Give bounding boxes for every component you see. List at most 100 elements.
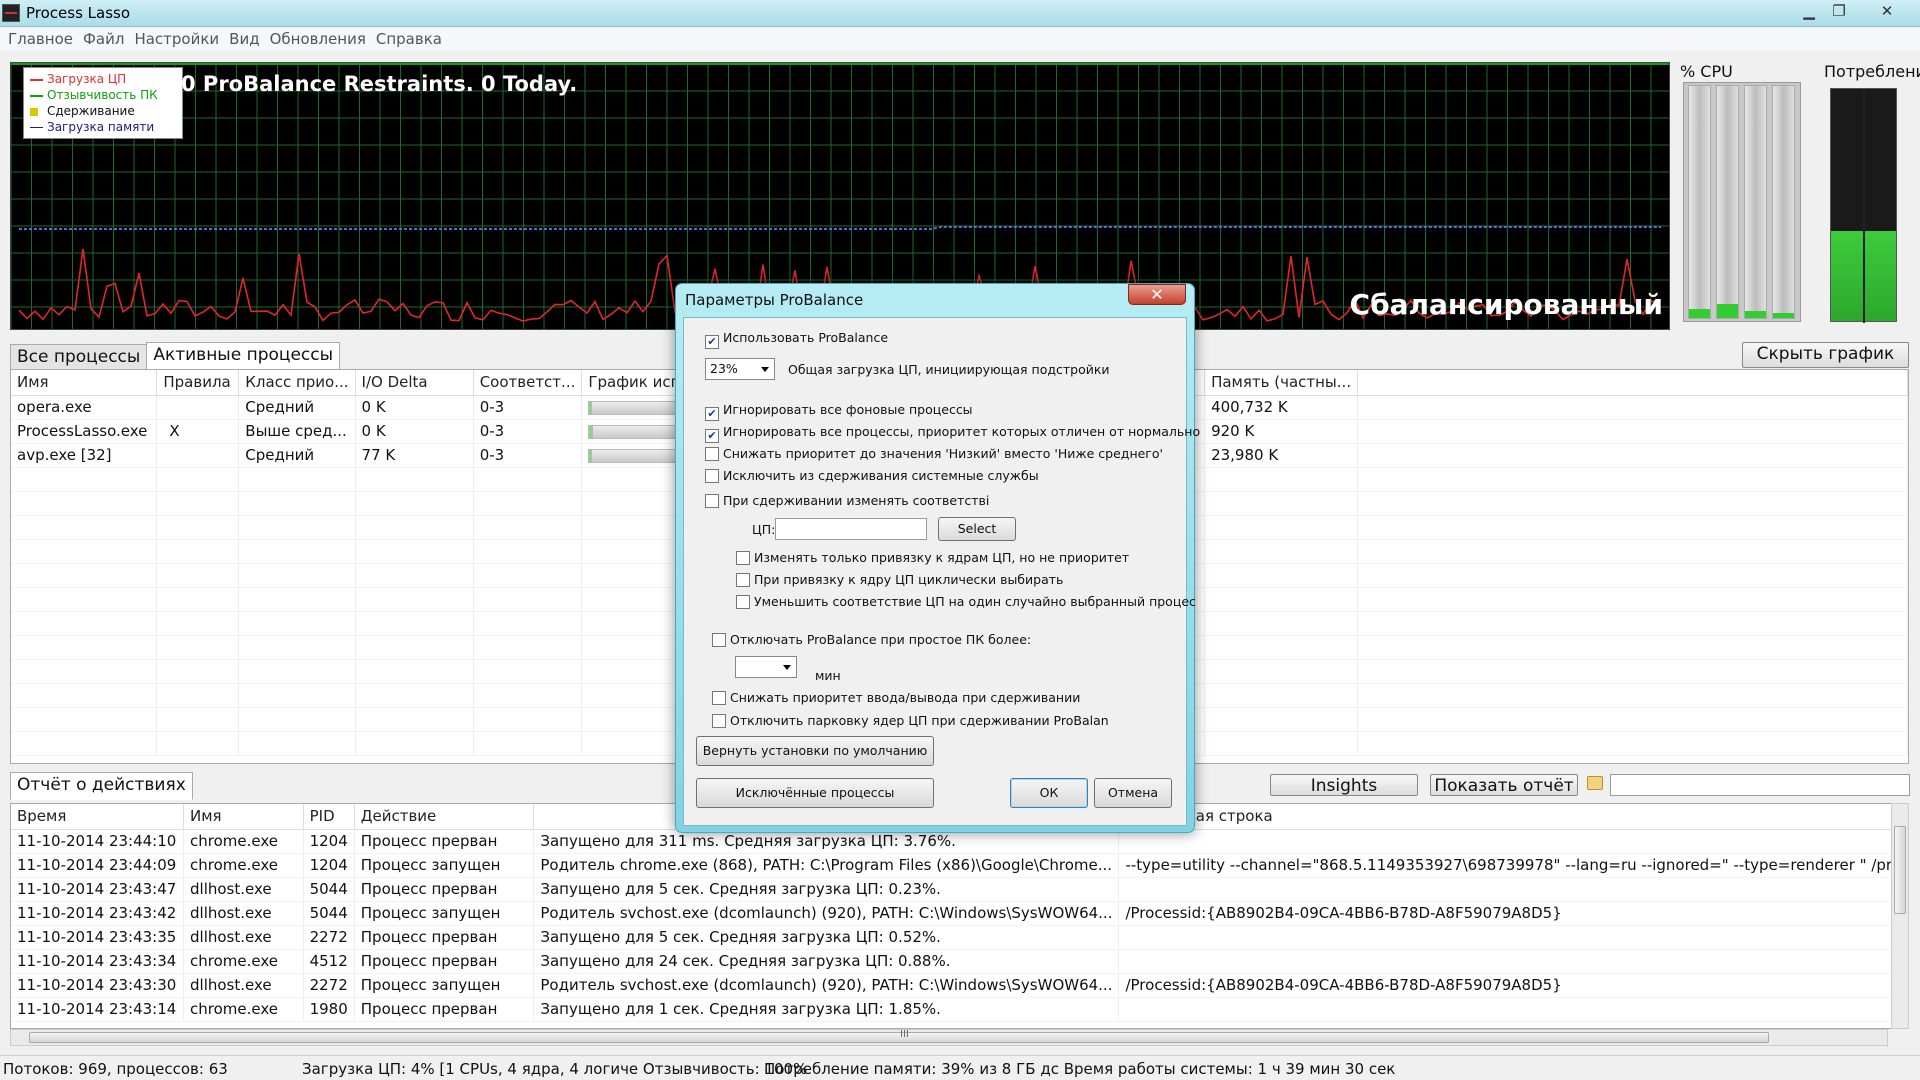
probalance-dialog: Параметры ProBalance ✕ ✔ Использовать Pro… <box>675 283 1200 833</box>
ok-button[interactable]: ОК <box>1010 778 1088 808</box>
usage-bar-fill <box>589 401 592 414</box>
log-horizontal-scroll-thumb[interactable]: III <box>29 1029 1769 1043</box>
dialog-body: ✔ Использовать ProBalance 23% Общая загру… <box>683 317 1200 826</box>
log-row[interactable]: 11-10-2014 23:43:14 chrome.exe 1980 Процесс… <box>11 997 1908 1022</box>
table-cell <box>238 587 356 612</box>
log-row[interactable]: 11-10-2014 23:43:42 dllhost.exe 5044 Процес… <box>11 901 1908 926</box>
table-cell <box>355 491 474 516</box>
exclude-services-option[interactable]: Исключить из сдерживания системные служб… <box>705 468 1039 483</box>
log-vertical-scrollbar[interactable] <box>1891 803 1909 1029</box>
log-row[interactable]: 11-10-2014 23:43:34 chrome.exe 4512 Процесс… <box>11 949 1908 974</box>
tab-action-log[interactable]: Отчёт о действиях <box>10 772 193 800</box>
log-column-name[interactable]: Имя <box>183 804 304 830</box>
table-cell <box>473 683 583 708</box>
ignore-background-checkbox[interactable]: ✔ <box>705 407 719 421</box>
hide-graph-button[interactable]: Скрыть график <box>1742 342 1909 368</box>
log-column-cmdline[interactable]: Командная строка <box>1118 804 1908 830</box>
affinity-only-checkbox[interactable] <box>736 551 750 565</box>
table-cell <box>1204 491 1359 516</box>
menu-help[interactable]: Справка <box>371 28 447 50</box>
log-search-input[interactable] <box>1610 774 1910 796</box>
legend-responsiveness: Отзывчивость ПК <box>30 87 176 103</box>
menu-settings[interactable]: Настройки <box>129 28 224 50</box>
cell-cmdline <box>1118 877 1908 902</box>
dialog-title: Параметры ProBalance <box>685 291 864 309</box>
log-horizontal-scrollbar[interactable]: III <box>10 1029 1888 1046</box>
lower-to-low-checkbox[interactable] <box>705 447 719 461</box>
lower-io-checkbox[interactable] <box>712 691 726 705</box>
table-cell <box>11 707 158 732</box>
column-header-name[interactable]: Имя <box>11 370 158 396</box>
cpu-affinity-input[interactable] <box>775 518 927 540</box>
minimize-button[interactable]: ▁ <box>1792 1 1826 22</box>
menu-updates[interactable]: Обновления <box>265 28 371 50</box>
lower-to-low-option[interactable]: Снижать приоритет до значения 'Низкий' в… <box>705 446 1163 461</box>
table-cell <box>473 563 583 588</box>
use-probalance-checkbox[interactable]: ✔ <box>705 335 719 349</box>
cell-name: dllhost.exe <box>183 925 304 950</box>
close-button[interactable]: ✕ <box>1870 1 1904 22</box>
reduce-random-checkbox[interactable] <box>736 595 750 609</box>
exclude-services-checkbox[interactable] <box>705 469 719 483</box>
log-column-pid[interactable]: PID <box>303 804 355 830</box>
memory-panel-title: Потребление <box>1824 62 1920 81</box>
restore-defaults-button[interactable]: Вернуть установки по умолчанию <box>696 736 934 766</box>
show-report-button[interactable]: Показать отчёт <box>1430 774 1578 796</box>
log-vertical-scroll-thumb[interactable] <box>1894 826 1906 914</box>
tab-all-processes[interactable]: Все процессы <box>10 344 148 370</box>
insights-button[interactable]: Insights <box>1270 774 1418 796</box>
ignore-nonnormal-checkbox[interactable]: ✔ <box>705 429 719 443</box>
maximize-button[interactable]: ❐ <box>1822 1 1856 22</box>
cycle-cores-option[interactable]: При привязку к ядру ЦП циклически выбира… <box>736 572 1063 587</box>
column-header-rules[interactable]: Правила <box>156 370 240 396</box>
disable-parking-option[interactable]: Отключить парковку ядер ЦП при сдерживан… <box>712 713 1109 728</box>
menu-view[interactable]: Вид <box>224 28 264 50</box>
tab-active-processes[interactable]: Активные процессы <box>146 342 341 370</box>
disable-idle-checkbox[interactable] <box>712 633 726 647</box>
log-column-time[interactable]: Время <box>11 804 184 830</box>
log-row[interactable]: 11-10-2014 23:43:35 dllhost.exe 2272 Процес… <box>11 925 1908 950</box>
usage-bar-fill <box>589 449 592 462</box>
column-header-io-delta[interactable]: I/O Delta <box>355 370 474 396</box>
log-column-action[interactable]: Действие <box>354 804 535 830</box>
table-cell <box>473 539 583 564</box>
reduce-random-option[interactable]: Уменьшить соответствие ЦП на один случай… <box>736 594 1196 609</box>
cycle-cores-checkbox[interactable] <box>736 573 750 587</box>
menu-file[interactable]: Файл <box>78 28 129 50</box>
disable-idle-option[interactable]: Отключать ProBalance при простое ПК боле… <box>712 632 1031 647</box>
dialog-close-button[interactable]: ✕ <box>1128 284 1186 305</box>
ignore-nonnormal-option[interactable]: ✔ Игнорировать все процессы, приоритет ко… <box>705 424 1200 443</box>
cell-io: 0 K <box>355 419 474 444</box>
table-cell <box>473 635 583 660</box>
cell-rules <box>156 395 240 420</box>
cell-action: Процесс прерван <box>354 925 535 950</box>
select-cpu-button[interactable]: Select <box>938 517 1016 541</box>
log-row[interactable]: 11-10-2014 23:43:47 dllhost.exe 5044 Процес… <box>11 877 1908 902</box>
cell-affinity: 0-3 <box>473 443 583 468</box>
log-row[interactable]: 11-10-2014 23:44:09 chrome.exe 1204 Процесс… <box>11 853 1908 878</box>
cpu-threshold-select[interactable]: 23% <box>705 358 775 380</box>
column-header-affinity[interactable]: Соответст... <box>473 370 583 396</box>
excluded-processes-button[interactable]: Исключённые процессы <box>696 778 934 808</box>
table-cell <box>473 611 583 636</box>
column-header-priority[interactable]: Класс прио... <box>238 370 356 396</box>
change-affinity-checkbox[interactable] <box>705 494 719 508</box>
menu-main[interactable]: Главное <box>3 28 78 50</box>
table-cell <box>355 635 474 660</box>
column-header-memory[interactable]: Память (частны... <box>1204 370 1359 396</box>
reduce-random-label: Уменьшить соответствие ЦП на один случай… <box>754 594 1196 609</box>
cancel-button[interactable]: Отмена <box>1094 778 1172 808</box>
disable-parking-checkbox[interactable] <box>712 714 726 728</box>
cpu-panel-title: % CPU <box>1680 62 1733 81</box>
use-probalance-option[interactable]: ✔ Использовать ProBalance <box>705 330 888 349</box>
affinity-only-option[interactable]: Изменять только привязку к ядрам ЦП, но … <box>736 550 1129 565</box>
table-cell <box>355 539 474 564</box>
log-row[interactable]: 11-10-2014 23:43:30 dllhost.exe 2272 Процес… <box>11 973 1908 998</box>
table-cell <box>156 539 240 564</box>
change-affinity-option[interactable]: При сдерживании изменять соответстві <box>705 493 989 508</box>
idle-minutes-select[interactable] <box>735 656 797 678</box>
ignore-background-option[interactable]: ✔ Игнорировать все фоновые процессы <box>705 402 973 421</box>
cell-pid: 1204 <box>303 853 355 878</box>
lower-io-option[interactable]: Снижать приоритет ввода/вывода при сдерж… <box>712 690 1080 705</box>
cell-action: Процесс прерван <box>354 829 535 854</box>
